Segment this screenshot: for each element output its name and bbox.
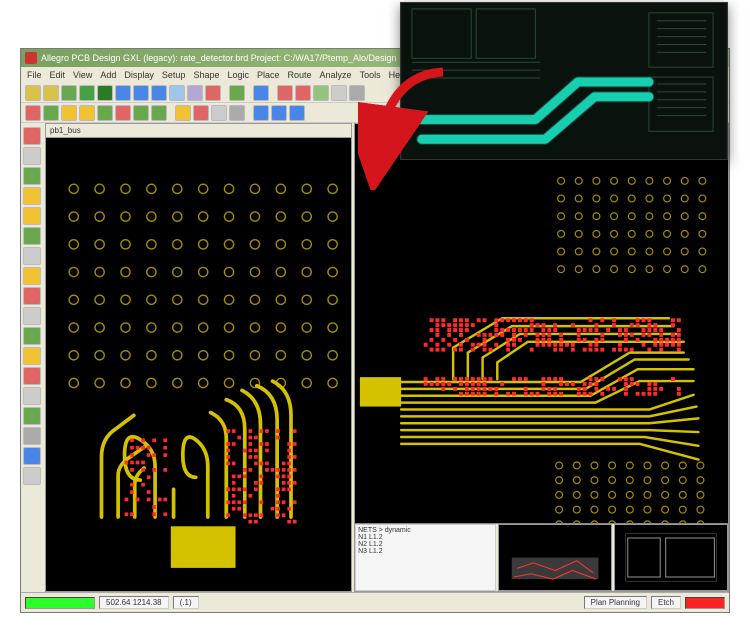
toolbar-button[interactable]	[79, 105, 95, 121]
content-area: pb1_bus	[21, 123, 729, 592]
toolbar-button[interactable]	[205, 85, 221, 101]
toolbar-button[interactable]	[43, 85, 59, 101]
pcb-artwork-right	[355, 124, 728, 591]
vtool-button[interactable]	[23, 387, 41, 405]
nets-panel[interactable]: NETS > dynamic N1 L1.2 N2 L1.2 N3 L1.2	[355, 524, 496, 591]
bottom-panel: NETS > dynamic N1 L1.2 N2 L1.2 N3 L1.2	[355, 523, 728, 591]
vtool-button[interactable]	[23, 327, 41, 345]
nets-line: N2 L1.2	[358, 541, 493, 548]
toolbar-button[interactable]	[133, 105, 149, 121]
toolbar-button[interactable]	[253, 105, 269, 121]
menu-place[interactable]: Place	[257, 70, 280, 80]
toolbar-button[interactable]	[115, 85, 131, 101]
pcb-artwork-left	[46, 138, 351, 591]
toolbar-button[interactable]	[25, 105, 41, 121]
inset-artwork	[401, 3, 727, 159]
toolbar-button[interactable]	[271, 85, 275, 101]
pad-fill-right	[360, 377, 401, 406]
toolbar-button[interactable]	[289, 105, 305, 121]
vtool-button[interactable]	[23, 187, 41, 205]
toolbar-button[interactable]	[211, 105, 227, 121]
vtool-button[interactable]	[23, 367, 41, 385]
app-icon	[25, 52, 37, 64]
toolbar-button[interactable]	[253, 85, 269, 101]
toolbar-button[interactable]	[115, 105, 131, 121]
statusbar: 502.64 1214.38 (.1) Plan Planning Etch	[21, 592, 729, 612]
toolbar-button[interactable]	[61, 85, 77, 101]
vtool-button[interactable]	[23, 207, 41, 225]
canvas-container: pb1_bus	[45, 123, 729, 592]
canvas-row: pb1_bus	[45, 123, 729, 592]
toolbar-button[interactable]	[133, 85, 149, 101]
nets-line: N1 L1.2	[358, 534, 493, 541]
menu-display[interactable]: Display	[124, 70, 154, 80]
toolbar-button[interactable]	[169, 85, 185, 101]
menu-tools[interactable]: Tools	[360, 70, 381, 80]
vtool-button[interactable]	[23, 287, 41, 305]
vtool-button[interactable]	[23, 467, 41, 485]
toolbar-button[interactable]	[247, 105, 251, 121]
menu-setup[interactable]: Setup	[162, 70, 186, 80]
vtool-button[interactable]	[23, 447, 41, 465]
menu-edit[interactable]: Edit	[50, 70, 66, 80]
world-view-thumb-1[interactable]	[498, 524, 612, 591]
toolbar-button[interactable]	[187, 85, 203, 101]
status-units: (.1)	[173, 596, 199, 609]
menu-add[interactable]: Add	[100, 70, 116, 80]
vtool-button[interactable]	[23, 347, 41, 365]
toolbar-button[interactable]	[277, 85, 293, 101]
tab-strip-left: pb1_bus	[46, 124, 351, 138]
toolbar-button[interactable]	[223, 85, 227, 101]
nets-header: NETS > dynamic	[358, 527, 493, 534]
vtool-button[interactable]	[23, 427, 41, 445]
world-view-thumb-2[interactable]	[614, 524, 728, 591]
toolbar-button[interactable]	[193, 105, 209, 121]
toolbar-button[interactable]	[151, 85, 167, 101]
menu-file[interactable]: File	[27, 70, 42, 80]
status-etch: Etch	[651, 596, 681, 609]
vtool-button[interactable]	[23, 147, 41, 165]
toolbar-button[interactable]	[79, 85, 95, 101]
toolbar-button[interactable]	[25, 85, 41, 101]
vertical-toolbar	[21, 123, 45, 592]
design-canvas-left[interactable]: pb1_bus	[45, 123, 352, 592]
toolbar-button[interactable]	[295, 85, 311, 101]
tab-active[interactable]: pb1_bus	[50, 126, 81, 135]
toolbar-button[interactable]	[271, 105, 287, 121]
toolbar-button[interactable]	[313, 85, 329, 101]
toolbar-button[interactable]	[151, 105, 167, 121]
pad-fill	[171, 526, 236, 568]
toolbar-button[interactable]	[331, 85, 347, 101]
status-mode: Plan Planning	[584, 596, 647, 609]
menu-view[interactable]: View	[73, 70, 92, 80]
menu-route[interactable]: Route	[288, 70, 312, 80]
toolbar-button[interactable]	[97, 105, 113, 121]
vtool-button[interactable]	[23, 247, 41, 265]
vtool-button[interactable]	[23, 127, 41, 145]
toolbar-button[interactable]	[175, 105, 191, 121]
vtool-button[interactable]	[23, 307, 41, 325]
vtool-button[interactable]	[23, 267, 41, 285]
toolbar-button[interactable]	[169, 105, 173, 121]
vtool-button[interactable]	[23, 167, 41, 185]
toolbar-button[interactable]	[97, 85, 113, 101]
toolbar-button[interactable]	[247, 85, 251, 101]
menu-analyze[interactable]: Analyze	[320, 70, 352, 80]
toolbar-button[interactable]	[349, 85, 365, 101]
vtool-button[interactable]	[23, 407, 41, 425]
toolbar-button[interactable]	[61, 105, 77, 121]
design-canvas-right[interactable]: NETS > dynamic N1 L1.2 N2 L1.2 N3 L1.2	[354, 123, 729, 592]
toolbar-button[interactable]	[43, 105, 59, 121]
toolbar-button[interactable]	[229, 105, 245, 121]
status-coords: 502.64 1214.38	[99, 596, 169, 609]
window-title: Allegro PCB Design GXL (legacy): rate_de…	[41, 53, 397, 63]
detail-inset	[400, 2, 728, 160]
menu-shape[interactable]: Shape	[193, 70, 219, 80]
menu-logic[interactable]: Logic	[227, 70, 249, 80]
toolbar-button[interactable]	[229, 85, 245, 101]
status-indicator-red	[685, 597, 725, 609]
vtool-button[interactable]	[23, 227, 41, 245]
nets-line: N3 L1.2	[358, 548, 493, 555]
status-indicator-green	[25, 597, 95, 609]
